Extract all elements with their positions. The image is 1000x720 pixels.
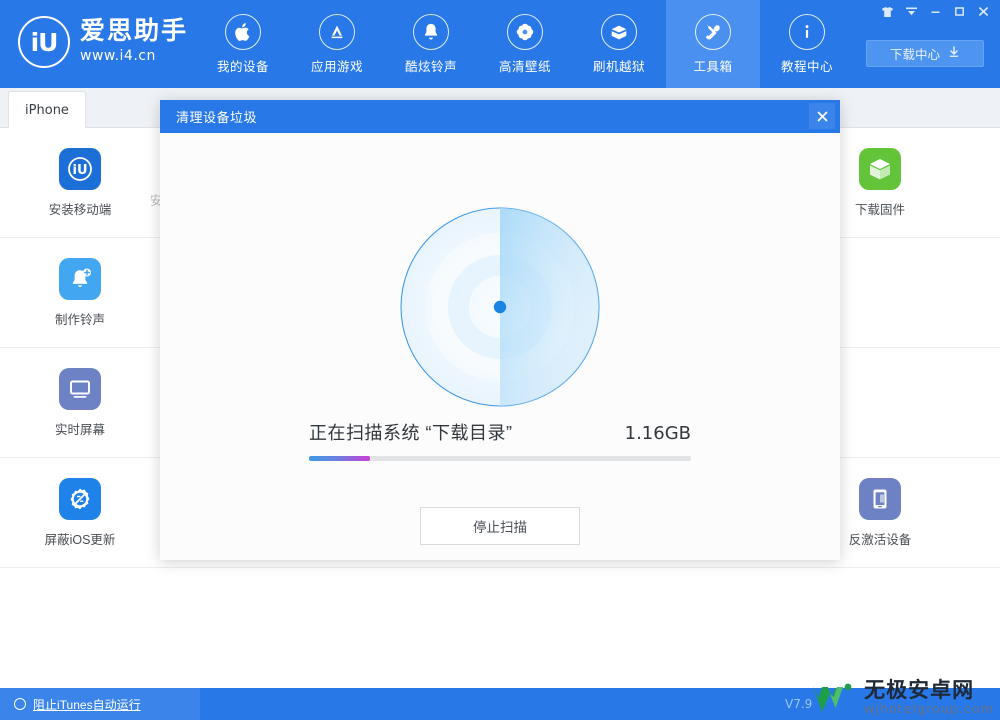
toolbox-tile[interactable]: 制作铃声 xyxy=(0,238,160,348)
appstore-icon xyxy=(319,13,355,50)
nav-item-label: 高清壁纸 xyxy=(498,59,551,74)
gear-block-icon xyxy=(59,478,101,520)
clean-junk-dialog: 清理设备垃圾 正在扫描系统 “下载目录” 1.16GB 停止扫描 xyxy=(160,100,840,560)
main-nav: 我的设备 应用游戏 酷炫铃声 高清壁纸 刷机越狱 工具箱 教程中心 xyxy=(196,0,854,88)
nav-item-7[interactable]: 教程中心 xyxy=(760,0,854,88)
svg-text:iU: iU xyxy=(72,163,87,178)
toolbox-tile-label: 实时屏幕 xyxy=(54,423,105,437)
scan-status-area: 正在扫描系统 “下载目录” 1.16GB xyxy=(309,419,691,461)
stop-scan-label: 停止扫描 xyxy=(473,520,527,535)
nav-item-label: 刷机越狱 xyxy=(592,59,645,74)
dialog-title: 清理设备垃圾 xyxy=(176,110,258,125)
nav-item-6[interactable]: 工具箱 xyxy=(666,0,760,88)
download-center-button[interactable]: 下载中心 xyxy=(866,40,984,67)
nav-item-5[interactable]: 刷机越狱 xyxy=(572,0,666,88)
nav-item-4[interactable]: 高清壁纸 xyxy=(478,0,572,88)
app-header: iU 爱思助手 www.i4.cn 我的设备 应用游戏 酷炫铃声 高清壁纸 刷机越狱 工具… xyxy=(0,0,1000,88)
scan-progress-fill xyxy=(309,456,371,461)
status-bar: 阻止iTunes自动运行 V7.9 xyxy=(0,688,1000,720)
nav-item-label: 教程中心 xyxy=(780,59,833,74)
toolbox-tile[interactable]: 实时屏幕 xyxy=(0,348,160,458)
device-deactivate-icon xyxy=(859,478,901,520)
info-icon xyxy=(789,13,825,50)
radio-icon xyxy=(14,698,26,710)
iu-app-icon: iU xyxy=(59,148,101,190)
brand-text: 爱思助手 www.i4.cn xyxy=(80,19,188,65)
toolbox-tile-label: 屏蔽iOS更新 xyxy=(44,533,116,547)
dialog-body: 正在扫描系统 “下载目录” 1.16GB 停止扫描 xyxy=(160,133,840,560)
block-itunes-label: 阻止iTunes自动运行 xyxy=(33,697,141,712)
download-center-label: 下载中心 xyxy=(889,48,940,62)
stop-scan-button[interactable]: 停止扫描 xyxy=(420,507,580,545)
dialog-close-icon[interactable] xyxy=(809,103,835,129)
close-icon[interactable] xyxy=(972,2,994,21)
window-controls xyxy=(876,2,994,21)
flower-icon xyxy=(507,13,543,50)
bell-icon xyxy=(413,13,449,50)
tab-iphone-label: iPhone xyxy=(25,102,69,118)
green-box-icon xyxy=(859,148,901,190)
dialog-titlebar: 清理设备垃圾 xyxy=(160,100,840,133)
brand-logo-text: iU xyxy=(30,27,59,57)
block-itunes-toggle[interactable]: 阻止iTunes自动运行 xyxy=(0,688,200,720)
scan-size-value: 1.16GB xyxy=(624,423,691,444)
nav-item-label: 工具箱 xyxy=(693,59,733,74)
apple-icon xyxy=(225,13,261,50)
scanning-radar-icon xyxy=(400,207,600,407)
toolbox-tile[interactable]: iU 安装移动端 xyxy=(0,128,160,238)
brand-logo[interactable]: iU 爱思助手 www.i4.cn xyxy=(18,16,188,68)
monitor-icon xyxy=(59,368,101,410)
app-window: iU 爱思助手 www.i4.cn 我的设备 应用游戏 酷炫铃声 高清壁纸 刷机越狱 工具… xyxy=(0,0,1000,720)
nav-item-label: 酷炫铃声 xyxy=(404,59,457,74)
nav-item-label: 我的设备 xyxy=(216,59,269,74)
box-open-icon xyxy=(601,13,637,50)
toolbox-tile-label: 下载固件 xyxy=(854,203,905,217)
scan-status-label: 正在扫描系统 “下载目录” xyxy=(309,423,513,443)
skin-icon[interactable] xyxy=(876,2,898,21)
download-arrow-icon xyxy=(948,46,960,61)
tab-iphone[interactable]: iPhone xyxy=(8,91,86,128)
nav-item-label: 应用游戏 xyxy=(310,59,363,74)
bell-plus-icon xyxy=(59,258,101,300)
toolbox-tile[interactable]: 屏蔽iOS更新 xyxy=(0,458,160,568)
toolbox-tile-label: 反激活设备 xyxy=(848,533,912,547)
maximize-icon[interactable] xyxy=(948,2,970,21)
scan-status-row: 正在扫描系统 “下载目录” 1.16GB xyxy=(309,419,691,445)
brand-name: 爱思助手 xyxy=(80,17,189,45)
app-version: V7.9 xyxy=(785,697,813,711)
nav-item-2[interactable]: 应用游戏 xyxy=(290,0,384,88)
i4-logo-icon: iU xyxy=(18,16,70,68)
brand-url: www.i4.cn xyxy=(80,48,156,64)
nav-item-3[interactable]: 酷炫铃声 xyxy=(384,0,478,88)
minimize-icon[interactable] xyxy=(924,2,946,21)
menu-icon[interactable] xyxy=(900,2,922,21)
toolbox-tile-label: 制作铃声 xyxy=(54,313,105,327)
scan-progress-bar xyxy=(309,456,691,461)
nav-item-1[interactable]: 我的设备 xyxy=(196,0,290,88)
toolbox-tile-label: 安装移动端 xyxy=(48,203,112,217)
tools-icon xyxy=(695,13,731,50)
